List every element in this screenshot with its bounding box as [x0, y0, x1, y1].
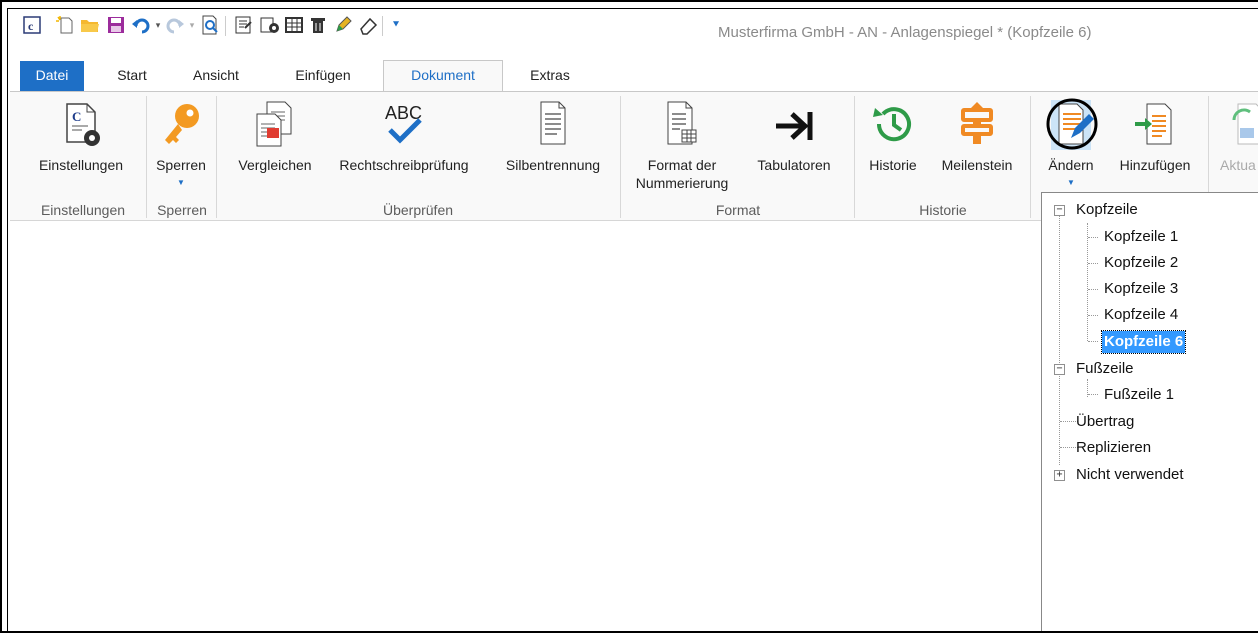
abc-text: ABC — [385, 103, 422, 123]
group-format: Format — [715, 202, 761, 218]
einstellungen-button[interactable]: C Einstellungen — [20, 92, 142, 198]
tab-start[interactable]: Start — [107, 61, 157, 91]
tabulatoren-label: Tabulatoren — [757, 157, 831, 173]
svg-text:C: C — [72, 109, 81, 124]
edit-document-icon — [1041, 94, 1101, 154]
chevron-down-icon: ▼ — [177, 178, 185, 187]
header-footer-tree[interactable]: − Kopfzeile Kopfzeile 1 Kopfzeile 2 Kopf… — [1041, 192, 1258, 631]
refresh-document-icon — [1224, 100, 1258, 148]
document-canvas[interactable] — [10, 222, 1040, 631]
aktualisieren-button[interactable]: Aktua — [1216, 92, 1258, 198]
print-preview-icon[interactable] — [200, 15, 220, 35]
aktualisieren-label: Aktua — [1220, 157, 1256, 173]
svg-text:c: c — [28, 19, 34, 33]
hinzufuegen-label: Hinzufügen — [1119, 157, 1191, 173]
application-window: c ▾ ▾ ⯆ Musterfirma GmbH - AN - Anlagens… — [0, 0, 1258, 633]
delete-icon[interactable] — [308, 15, 328, 35]
einstellungen-label: Einstellungen — [38, 157, 124, 173]
historie-button[interactable]: Historie — [856, 92, 930, 198]
rechtschreibpruefung-label: Rechtschreibprüfung — [339, 157, 469, 173]
sperren-label: Sperren — [156, 157, 206, 173]
tab-extras[interactable]: Extras — [518, 61, 582, 91]
tab-einfuegen[interactable]: Einfügen — [284, 61, 362, 91]
tree-item-uebertrag[interactable]: Übertrag — [1076, 411, 1134, 433]
new-document-icon[interactable] — [55, 15, 75, 35]
chevron-down-icon: ▼ — [1067, 178, 1075, 187]
settings-icon[interactable] — [260, 15, 280, 35]
tree-item-nicht-verwendet[interactable]: Nicht verwendet — [1076, 464, 1184, 486]
tree-item-kopfzeile[interactable]: Kopfzeile — [1076, 199, 1138, 221]
add-document-icon — [1133, 100, 1177, 148]
customize-icon[interactable]: ⯆ — [386, 15, 406, 35]
silbentrennung-label: Silbentrennung — [505, 157, 601, 173]
tab-stop-icon — [772, 100, 816, 148]
group-historie: Historie — [919, 202, 967, 218]
numbering-format-icon — [660, 100, 704, 148]
compare-documents-icon — [253, 100, 297, 148]
tab-datei[interactable]: Datei — [20, 61, 84, 91]
format-label-line1: Format der — [647, 157, 717, 173]
group-sperren: Sperren — [157, 202, 207, 218]
group-einstellungen: Einstellungen — [40, 202, 126, 218]
vergleichen-label: Vergleichen — [238, 157, 312, 173]
tree-item-kopfzeile-6[interactable]: Kopfzeile 6 — [1100, 330, 1187, 354]
hinzufuegen-button[interactable]: Hinzufügen — [1104, 92, 1206, 198]
silbentrennung-button[interactable]: Silbentrennung — [488, 92, 618, 198]
tabulatoren-button[interactable]: Tabulatoren — [742, 92, 846, 198]
aendern-label: Ändern — [1048, 157, 1094, 173]
collapse-kopfzeile-icon[interactable]: − — [1054, 205, 1065, 216]
tree-item-kopfzeile-4[interactable]: Kopfzeile 4 — [1104, 304, 1178, 326]
save-icon[interactable] — [106, 15, 126, 35]
format-nummerierung-label: Format der Nummerierung — [626, 156, 738, 192]
historie-label: Historie — [869, 157, 917, 173]
open-folder-icon[interactable] — [80, 15, 100, 35]
tree-item-fusszeile-1[interactable]: Fußzeile 1 — [1104, 384, 1174, 406]
aendern-button[interactable]: Ändern ▼ — [1038, 92, 1104, 198]
redo-dropdown-icon[interactable]: ▾ — [182, 15, 202, 35]
tree-item-replizieren[interactable]: Replizieren — [1076, 437, 1151, 459]
expand-nicht-verwendet-icon[interactable]: + — [1054, 470, 1065, 481]
document-settings-icon: C — [59, 100, 103, 148]
vergleichen-button[interactable]: Vergleichen — [228, 92, 322, 198]
eraser-icon[interactable] — [358, 15, 378, 35]
tab-ansicht[interactable]: Ansicht — [182, 61, 250, 91]
format-label-line2: Nummerierung — [635, 175, 729, 191]
sperren-button[interactable]: Sperren ▼ — [150, 92, 212, 198]
app-icon[interactable]: c — [22, 15, 42, 35]
meilenstein-label: Meilenstein — [941, 157, 1013, 173]
tree-item-kopfzeile-2[interactable]: Kopfzeile 2 — [1104, 252, 1178, 274]
pen-icon[interactable] — [333, 15, 353, 35]
window-title: Musterfirma GmbH - AN - Anlagenspiegel *… — [718, 24, 1092, 41]
tree-item-kopfzeile-3[interactable]: Kopfzeile 3 — [1104, 278, 1178, 300]
history-clock-icon — [871, 100, 915, 148]
tab-dokument[interactable]: Dokument — [383, 60, 503, 91]
key-icon — [159, 100, 203, 148]
meilenstein-button[interactable]: Meilenstein — [930, 92, 1024, 198]
rechtschreibpruefung-button[interactable]: ABC Rechtschreibprüfung — [323, 92, 485, 198]
spellcheck-icon: ABC — [382, 100, 426, 148]
tree-item-kopfzeile-1[interactable]: Kopfzeile 1 — [1104, 226, 1178, 248]
collapse-fusszeile-icon[interactable]: − — [1054, 364, 1065, 375]
milestone-icon — [955, 100, 999, 148]
export-icon[interactable] — [234, 15, 254, 35]
table-icon[interactable] — [284, 15, 304, 35]
hyphenation-icon — [531, 100, 575, 148]
group-ueberpruefen: Überprüfen — [382, 202, 454, 218]
tree-item-fusszeile[interactable]: Fußzeile — [1076, 358, 1134, 380]
format-nummerierung-button[interactable]: Format der Nummerierung — [626, 92, 738, 198]
